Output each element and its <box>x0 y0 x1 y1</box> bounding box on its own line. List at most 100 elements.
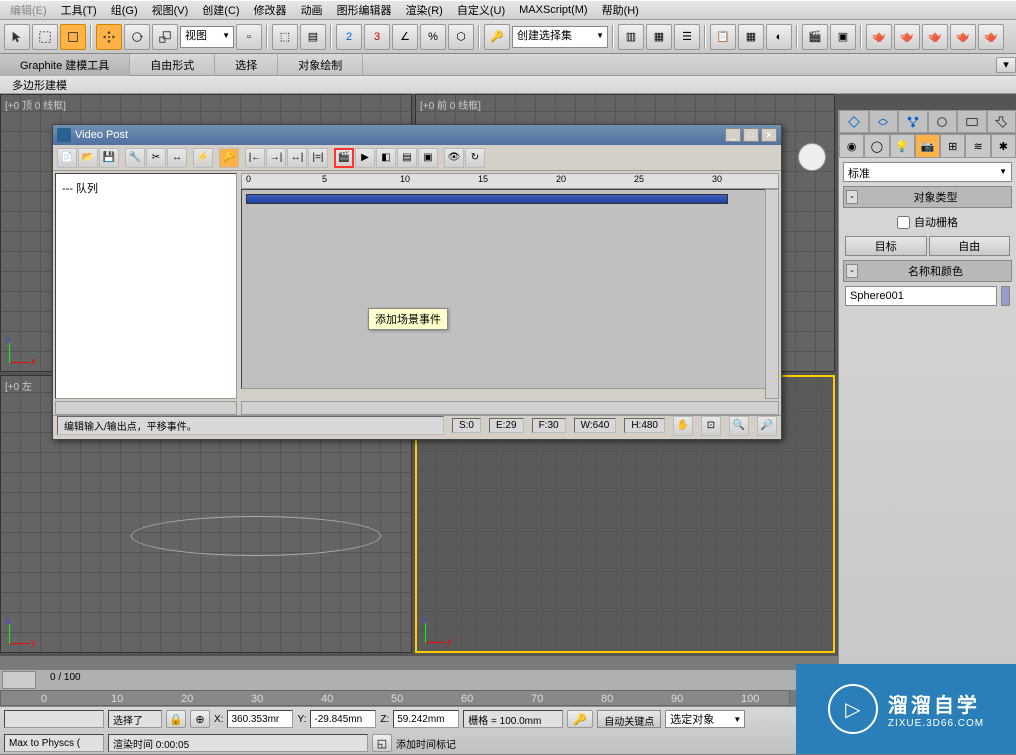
select-region-button[interactable] <box>32 24 58 50</box>
new-sequence-button[interactable]: 📄 <box>57 148 77 168</box>
spacewarps-subtab[interactable]: ≋ <box>965 134 990 158</box>
ribbon-toggle-button[interactable]: ▾ <box>996 57 1016 73</box>
ribbon-tab-freeform[interactable]: 自由形式 <box>130 54 215 76</box>
edit-named-sel-button[interactable]: 🔑 <box>484 24 510 50</box>
menu-modifiers[interactable]: 修改器 <box>248 0 293 20</box>
quick-render-button[interactable]: 🫖 <box>894 24 920 50</box>
iterative-render-button[interactable]: 🫖 <box>950 24 976 50</box>
keyboard-shortcut-button[interactable]: ▤ <box>300 24 326 50</box>
timeline-h-scroll[interactable] <box>241 401 779 415</box>
ribbon-tab-graphite[interactable]: Graphite 建模工具 <box>0 54 130 76</box>
motion-tab[interactable] <box>928 110 958 133</box>
hierarchy-tab[interactable] <box>898 110 928 133</box>
lights-subtab[interactable]: 💡 <box>890 134 915 158</box>
queue-root[interactable]: --- 队列 <box>60 178 232 198</box>
execute-button[interactable]: ⚡ <box>193 148 213 168</box>
add-external-button[interactable]: 👁 <box>444 148 464 168</box>
schematic-button[interactable]: ▦ <box>738 24 764 50</box>
range-bar[interactable] <box>246 194 728 204</box>
open-sequence-button[interactable]: 📂 <box>78 148 98 168</box>
tree-h-scroll[interactable] <box>55 401 237 415</box>
swap-events-button[interactable]: ↔ <box>167 148 187 168</box>
object-color-swatch[interactable] <box>1001 286 1010 306</box>
zoom-region-button[interactable]: 🔎 <box>757 416 777 436</box>
pivot-button[interactable]: ▫ <box>236 24 262 50</box>
add-time-marker-label[interactable]: 添加时间标记 <box>396 736 456 751</box>
geometry-subtab[interactable]: ◉ <box>839 134 864 158</box>
add-image-input-button[interactable]: ▶ <box>355 148 375 168</box>
auto-key-button[interactable]: 自动关键点 <box>597 710 661 728</box>
angle-snap-button[interactable]: ∠ <box>392 24 418 50</box>
add-layer-button[interactable]: ▤ <box>397 148 417 168</box>
polygon-modeling-tab[interactable]: 多边形建模 <box>4 76 75 94</box>
align-right-button[interactable]: →| <box>266 148 286 168</box>
edit-range-button[interactable]: 🔑 <box>219 148 239 168</box>
menu-rendering[interactable]: 渲染(R) <box>400 0 449 20</box>
auto-grid-checkbox[interactable] <box>897 216 910 229</box>
menu-animation[interactable]: 动画 <box>295 0 329 20</box>
layer-button[interactable]: ☰ <box>674 24 700 50</box>
select-manipulate-button[interactable]: ⬚ <box>272 24 298 50</box>
zoom-extents-button[interactable]: ⊡ <box>701 416 721 436</box>
category-dropdown[interactable]: 标准 <box>843 162 1012 182</box>
material-editor-button[interactable]: ◐ <box>766 24 792 50</box>
video-post-titlebar[interactable]: Video Post _ □ ✕ <box>53 125 781 145</box>
delete-event-button[interactable]: ✂ <box>146 148 166 168</box>
snap-2d-button[interactable]: 2 <box>336 24 362 50</box>
x-coord-input[interactable] <box>227 710 293 728</box>
menu-maxscript[interactable]: MAXScript(M) <box>513 2 593 18</box>
select-button[interactable] <box>4 24 30 50</box>
z-coord-input[interactable] <box>393 710 459 728</box>
move-button[interactable] <box>96 24 122 50</box>
maximize-button[interactable]: □ <box>743 128 759 142</box>
display-tab[interactable] <box>957 110 987 133</box>
zoom-time-button[interactable]: ✋ <box>673 416 693 436</box>
menu-tools[interactable]: 工具(T) <box>55 0 103 20</box>
add-loop-button[interactable]: ↻ <box>465 148 485 168</box>
menu-create[interactable]: 创建(C) <box>196 0 245 20</box>
queue-tree[interactable]: --- 队列 <box>55 173 237 399</box>
spinner-snap-button[interactable]: ⬡ <box>448 24 474 50</box>
render-frame-button[interactable]: ▣ <box>830 24 856 50</box>
key-filter-dropdown[interactable]: 选定对象 <box>665 710 745 728</box>
mirror-button[interactable]: ▥ <box>618 24 644 50</box>
v-scrollbar[interactable] <box>765 189 779 399</box>
ribbon-tab-paint[interactable]: 对象绘制 <box>278 54 363 76</box>
rotate-button[interactable] <box>124 24 150 50</box>
add-image-filter-button[interactable]: ◧ <box>376 148 396 168</box>
lock-selection-button[interactable]: 🔒 <box>166 710 186 728</box>
menu-view[interactable]: 视图(V) <box>146 0 195 20</box>
menu-help[interactable]: 帮助(H) <box>596 0 645 20</box>
cameras-subtab[interactable]: 📷 <box>915 134 940 158</box>
pan-button[interactable]: 🔍 <box>729 416 749 436</box>
target-camera-button[interactable]: 目标 <box>845 236 927 256</box>
menu-customize[interactable]: 自定义(U) <box>451 0 511 20</box>
percent-snap-button[interactable]: % <box>420 24 446 50</box>
name-color-rollout[interactable]: -名称和颜色 <box>843 260 1012 282</box>
viewcube[interactable] <box>798 143 826 171</box>
minimize-button[interactable]: _ <box>725 128 741 142</box>
production-render-button[interactable]: 🫖 <box>922 24 948 50</box>
track-bar[interactable]: 0102030405060708090100 <box>0 690 790 706</box>
edit-event-button[interactable]: 🔧 <box>125 148 145 168</box>
render-button[interactable]: 🫖 <box>866 24 892 50</box>
key-mode-button[interactable]: 🔑 <box>567 710 593 728</box>
systems-subtab[interactable]: ✱ <box>991 134 1016 158</box>
menu-edit[interactable]: 编辑(E) <box>4 0 53 20</box>
align-left-button[interactable]: |← <box>245 148 265 168</box>
menu-graph-editors[interactable]: 图形编辑器 <box>331 0 398 20</box>
named-selection-dropdown[interactable]: 创建选择集 <box>512 26 608 48</box>
snap-3d-button[interactable]: 3 <box>364 24 390 50</box>
modify-tab[interactable] <box>869 110 899 133</box>
render-last-button[interactable]: 🫖 <box>978 24 1004 50</box>
save-sequence-button[interactable]: 💾 <box>99 148 119 168</box>
absolute-mode-button[interactable]: ⊕ <box>190 710 210 728</box>
same-size-button[interactable]: |=| <box>308 148 328 168</box>
timeline-track[interactable] <box>241 189 779 389</box>
utilities-tab[interactable] <box>987 110 1016 133</box>
scale-button[interactable] <box>152 24 178 50</box>
render-setup-button[interactable]: 🎬 <box>802 24 828 50</box>
add-image-output-button[interactable]: ▣ <box>418 148 438 168</box>
timeline-ruler[interactable]: 0 5 10 15 20 25 30 <box>241 173 779 189</box>
maxscript-mini-listener[interactable]: Max to Physcs ( <box>4 734 104 752</box>
